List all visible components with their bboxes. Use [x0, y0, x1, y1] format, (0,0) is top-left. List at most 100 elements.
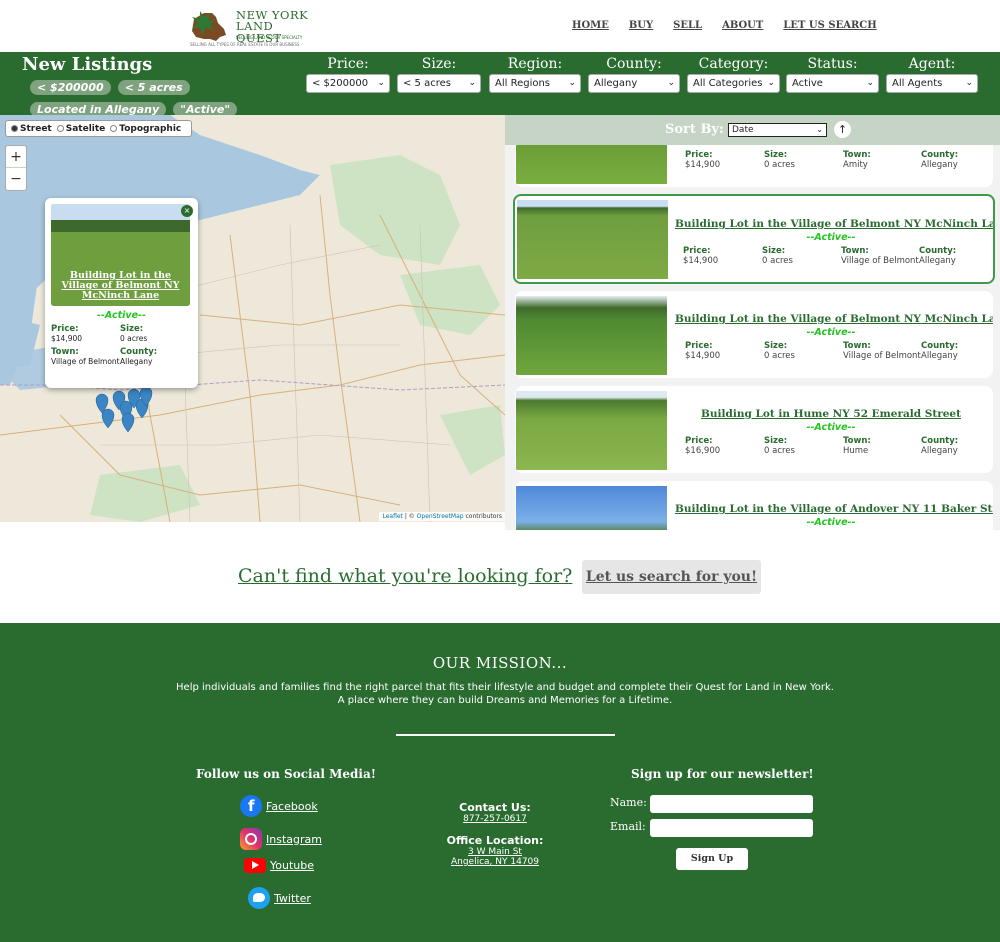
youtube-link[interactable]: Youtube [244, 858, 314, 873]
let-us-search-button[interactable]: Let us search for you! [582, 560, 761, 594]
close-icon[interactable]: × [181, 205, 193, 217]
site-logo[interactable]: NEW YORK LAND QUEST SELLING LAND IS OUR … [190, 7, 320, 47]
popup-county-label: County: [120, 347, 158, 357]
popup-town: Village of Belmont [51, 357, 120, 366]
nav-about[interactable]: ABOUT [722, 20, 763, 31]
category-select[interactable]: All Categories ⌄ [687, 74, 780, 93]
region-select[interactable]: All Regions ⌄ [489, 74, 581, 93]
layer-street-label: Street [20, 123, 52, 134]
cta-question-link[interactable]: Can't find what you're looking for? [238, 565, 572, 587]
instagram-link[interactable]: Instagram [240, 828, 322, 850]
nav-home[interactable]: HOME [572, 20, 609, 31]
layer-topographic-label: Topographic [119, 123, 182, 134]
listing-town: Town: Village of Belmont [843, 341, 921, 361]
listing-status: --Active-- [806, 232, 856, 243]
listing-card[interactable]: Building Lot in the Village of Belmont N… [515, 291, 993, 378]
search-cta: Can't find what you're looking for? Let … [0, 530, 1000, 623]
listing-title[interactable]: Building Lot in the Village of Andover N… [675, 503, 993, 515]
twitter-link[interactable]: Twitter [248, 887, 311, 909]
address-line2[interactable]: Angelica, NY 14709 [430, 857, 560, 867]
zoom-in-button[interactable]: + [6, 146, 26, 168]
size-select[interactable]: < 5 acres ⌄ [397, 74, 481, 93]
listing-card-selected[interactable]: Building Lot in the Village of Belmont N… [513, 194, 995, 284]
facebook-link[interactable]: f Facebook [240, 795, 318, 817]
popup-county: Allegany [120, 357, 153, 366]
town-value: Amity [843, 160, 868, 170]
listings-panel[interactable]: Sort By: Date ⌄ ↑ Price: $14,900 Size: 0 ac… [505, 115, 1000, 530]
chevron-down-icon: ⌄ [866, 78, 874, 88]
phone-link[interactable]: 877-257-0617 [430, 814, 560, 824]
county-select[interactable]: Allegany ⌄ [588, 74, 680, 93]
attribution-tail: contributors [463, 513, 503, 520]
address-line1[interactable]: 3 W Main St [430, 847, 560, 857]
map-popup: Building Lot in the Village of Belmont N… [45, 198, 198, 388]
price-label: Price: [685, 150, 713, 160]
office-block: Office Location: 3 W Main St Angelica, N… [430, 834, 560, 867]
county-label: County: [921, 341, 959, 351]
filter-county-label: County: [606, 56, 662, 72]
county-label: County: [921, 436, 959, 446]
filter-price: Price: < $200000 ⌄ [306, 56, 390, 93]
sign-up-button[interactable]: Sign Up [676, 848, 748, 870]
layer-street[interactable]: Street [11, 124, 52, 134]
size-value: 0 acres [764, 446, 795, 456]
popup-price-label: Price: [51, 324, 79, 334]
listing-title[interactable]: Building Lot in the Village of Belmont N… [675, 313, 993, 325]
price-select[interactable]: < $200000 ⌄ [306, 74, 390, 93]
price-value: $14,900 [685, 351, 721, 361]
osm-link[interactable]: OpenStreetMap [417, 513, 464, 520]
filter-chip-size[interactable]: < 5 acres [117, 80, 190, 95]
listing-photo[interactable] [517, 200, 668, 279]
filter-price-label: Price: [327, 56, 369, 72]
office-label: Office Location: [446, 834, 544, 847]
layer-satelite[interactable]: Satelite [56, 124, 105, 134]
filter-region: Region: All Regions ⌄ [489, 56, 581, 93]
popup-photo[interactable]: Building Lot in the Village of Belmont N… [51, 204, 190, 306]
chevron-down-icon: ⌄ [377, 78, 385, 88]
active-filter-chips: < $200000 < 5 acres Located in Allegany … [30, 76, 300, 120]
status-select[interactable]: Active ⌄ [786, 74, 879, 93]
map-layer-control: Street Satelite Topographic [5, 120, 192, 137]
filter-category: Category: All Categories ⌄ [687, 56, 780, 93]
town-label: Town: [843, 341, 871, 351]
name-input[interactable] [650, 795, 813, 813]
sort-bar: Sort By: Date ⌄ ↑ [505, 115, 1000, 145]
zoom-out-button[interactable]: − [6, 168, 26, 190]
layer-topographic[interactable]: Topographic [110, 124, 181, 134]
email-input[interactable] [650, 819, 813, 837]
nav-let-us-search[interactable]: LET US SEARCH [783, 20, 876, 31]
price-value: $16,900 [685, 446, 721, 456]
sort-direction-icon[interactable]: ↑ [834, 121, 851, 138]
listing-photo[interactable] [516, 296, 667, 375]
listing-title[interactable]: Building Lot in Hume NY 52 Emerald Stree… [675, 408, 987, 420]
map-attribution: Leaflet | © OpenStreetMap contributors [379, 512, 505, 521]
listing-card[interactable]: Building Lot in the Village of Andover N… [515, 481, 993, 530]
listing-county: County: Allegany [921, 436, 958, 456]
filter-county: County: Allegany ⌄ [588, 56, 680, 93]
listing-town: Town: Village of Belmont [841, 246, 919, 266]
agent-select[interactable]: All Agents ⌄ [886, 74, 978, 93]
sort-select[interactable]: Date ⌄ [728, 123, 827, 137]
nav-sell[interactable]: SELL [673, 20, 702, 31]
filter-chip-price[interactable]: < $200000 [30, 80, 111, 95]
filter-region-label: Region: [507, 56, 563, 72]
leaflet-link[interactable]: Leaflet [382, 513, 402, 520]
popup-title[interactable]: Building Lot in the Village of Belmont N… [51, 271, 190, 301]
listing-card[interactable]: Building Lot in Hume NY 52 Emerald Stree… [515, 386, 993, 473]
listings-map[interactable]: Street Satelite Topographic + − Building… [0, 115, 505, 522]
listing-town: Town: Hume [843, 436, 871, 456]
listing-title[interactable]: Building Lot in the Village of Belmont N… [675, 218, 993, 230]
listing-photo[interactable] [516, 391, 667, 470]
filter-size: Size: < 5 acres ⌄ [397, 56, 481, 93]
listing-county: County: Allegany [921, 150, 958, 170]
listing-county: County: Allegany [919, 246, 956, 266]
size-value: 0 acres [764, 160, 795, 170]
nav-buy[interactable]: BUY [629, 20, 653, 31]
listing-status: --Active-- [806, 517, 856, 528]
logo-line2: LAND QUEST [236, 19, 282, 45]
county-select-value: Allegany [594, 78, 638, 89]
listing-photo[interactable] [516, 486, 667, 530]
logo-tagline: SELLING LAND IS OUR SPECIALTY [236, 35, 303, 40]
sort-label: Sort By: [665, 122, 724, 137]
chevron-down-icon: ⌄ [965, 78, 973, 88]
